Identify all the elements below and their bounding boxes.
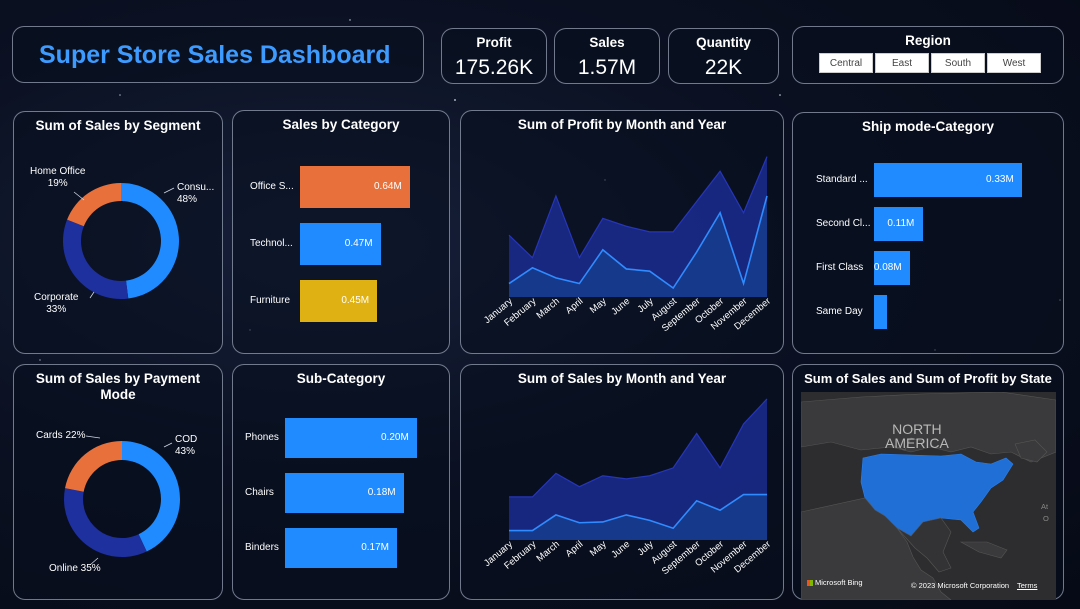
payment-label-cards: Cards 22% [36,430,86,441]
kpi-label: Sales [589,35,625,50]
sales-area-chart[interactable]: JanuaryFebruaryMarch April May June JulyAugu… [461,365,785,601]
shipmode-value-2: 0.08M [873,262,902,273]
category-bar-panel: Sales by Category Office S... 0.64M Techno… [232,110,450,354]
kpi-profit-card[interactable]: Profit 175.26K [441,28,547,84]
segment-label-corporate: Corporate 33% [34,292,79,315]
category-value-0: 0.64M [374,181,402,192]
bing-icon [807,580,813,587]
subcategory-label-1: Chairs [245,487,274,498]
subcategory-label-0: Phones [245,432,279,443]
profit-month-label: March [535,296,562,321]
kpi-label: Quantity [696,35,751,50]
map-side-label-2: O [1043,514,1049,523]
segment-donut-panel: Sum of Sales by Segment Home Office 19% C… [13,111,223,354]
payment-leader-line-1 [163,442,173,448]
shipmode-bar-panel: Ship mode-Category Standard ... 0.33M Seco… [792,112,1064,354]
category-label-0: Office S... [250,181,294,192]
payment-slice-1[interactable] [64,488,147,557]
segment-leader-line-2 [89,291,95,299]
state-map-panel: Sum of Sales and Sum of Profit by State … [792,364,1064,600]
shipmode-label-1: Second Cl... [816,218,871,229]
subcategory-title: Sub-Category [296,371,386,386]
category-value-2: 0.45M [341,295,370,306]
kpi-value: 22K [704,56,743,79]
map-copyright: © 2023 Microsoft Corporation [911,581,1010,590]
region-central-button[interactable]: Central [819,53,873,73]
sales-month-label: May [588,539,609,559]
payment-leader-line-0 [85,435,101,439]
map-side-label: At [1041,502,1049,511]
payment-donut-chart[interactable] [14,365,224,601]
category-value-1: 0.47M [344,238,373,249]
payment-donut-panel: Sum of Sales by Payment Mode Cards 22% CO… [13,364,223,600]
map-continent-label: NORTH AMERICA [885,421,949,451]
payment-slice-2[interactable] [65,441,122,492]
kpi-value: 1.57M [577,56,637,79]
subcategory-label-2: Binders [245,542,279,553]
kpi-sales-card[interactable]: Sales 1.57M [554,28,660,84]
profit-month-label: April [564,296,586,317]
payment-slice-0[interactable] [122,441,180,552]
subcategory-value-2: 0.17M [361,542,389,553]
map-title: Sum of Sales and Sum of Profit by State [804,371,1052,386]
payment-label-cod: COD 43% [175,434,198,457]
segment-leader-line-1 [73,191,85,201]
subcategory-bar-panel: Sub-Category Phones 0.20M Chairs 0.18M Binde… [232,364,450,600]
region-west-button[interactable]: West [987,53,1041,73]
shipmode-label-3: Same Day [816,306,863,317]
segment-slice-1[interactable] [62,219,129,299]
title-panel: Super Store Sales Dashboard [12,26,424,83]
shipmode-bar-3[interactable] [874,295,888,329]
dashboard-title: Super Store Sales Dashboard [39,41,391,69]
subcategory-value-1: 0.18M [367,487,396,498]
category-title: Sales by Category [282,117,400,132]
region-title: Region [905,33,951,48]
category-label-2: Furniture [250,295,291,306]
shipmode-value-0: 0.33M [986,174,1014,185]
kpi-label: Profit [476,35,512,50]
region-east-button[interactable]: East [875,53,929,73]
kpi-value: 175.26K [454,56,534,79]
sales-area-panel: Sum of Sales by Month and Year January Fe… [460,364,784,600]
profit-area-chart[interactable]: JanuaryFebruaryMarch April May June JulyAugu… [461,111,785,355]
kpi-quantity-card[interactable]: Quantity 22K [668,28,779,84]
sales-month-label: March [535,539,562,564]
segment-slice-0[interactable] [121,183,180,299]
region-slicer: Region Central East South West [792,26,1064,84]
map-terms-link[interactable]: Terms [1017,581,1037,590]
segment-label-consumer: Consu... 48% [177,182,215,205]
shipmode-label-2: First Class [816,262,864,273]
segment-leader-line-0 [163,187,175,194]
shipmode-title: Ship mode-Category [861,119,994,134]
profit-month-label: June [609,296,632,318]
bing-logo: Microsoft Bing [807,578,863,587]
payment-label-online: Online 35% [49,563,101,574]
sales-month-label: June [609,539,632,561]
sales-month-label: April [564,539,586,560]
profit-month-label: May [588,296,609,316]
subcategory-value-0: 0.20M [381,432,409,443]
profit-area-panel: Sum of Profit by Month and Year January F… [460,110,784,354]
segment-donut-chart[interactable] [14,112,224,355]
segment-label-home-office: Home Office 19% [30,166,86,189]
region-south-button[interactable]: South [931,53,985,73]
shipmode-label-0: Standard ... [816,174,868,185]
shipmode-value-1: 0.11M [887,218,915,229]
state-map[interactable]: NORTH AMERICA At O Microsoft Bing © 2023 … [801,392,1056,600]
category-label-1: Technol... [250,238,293,249]
